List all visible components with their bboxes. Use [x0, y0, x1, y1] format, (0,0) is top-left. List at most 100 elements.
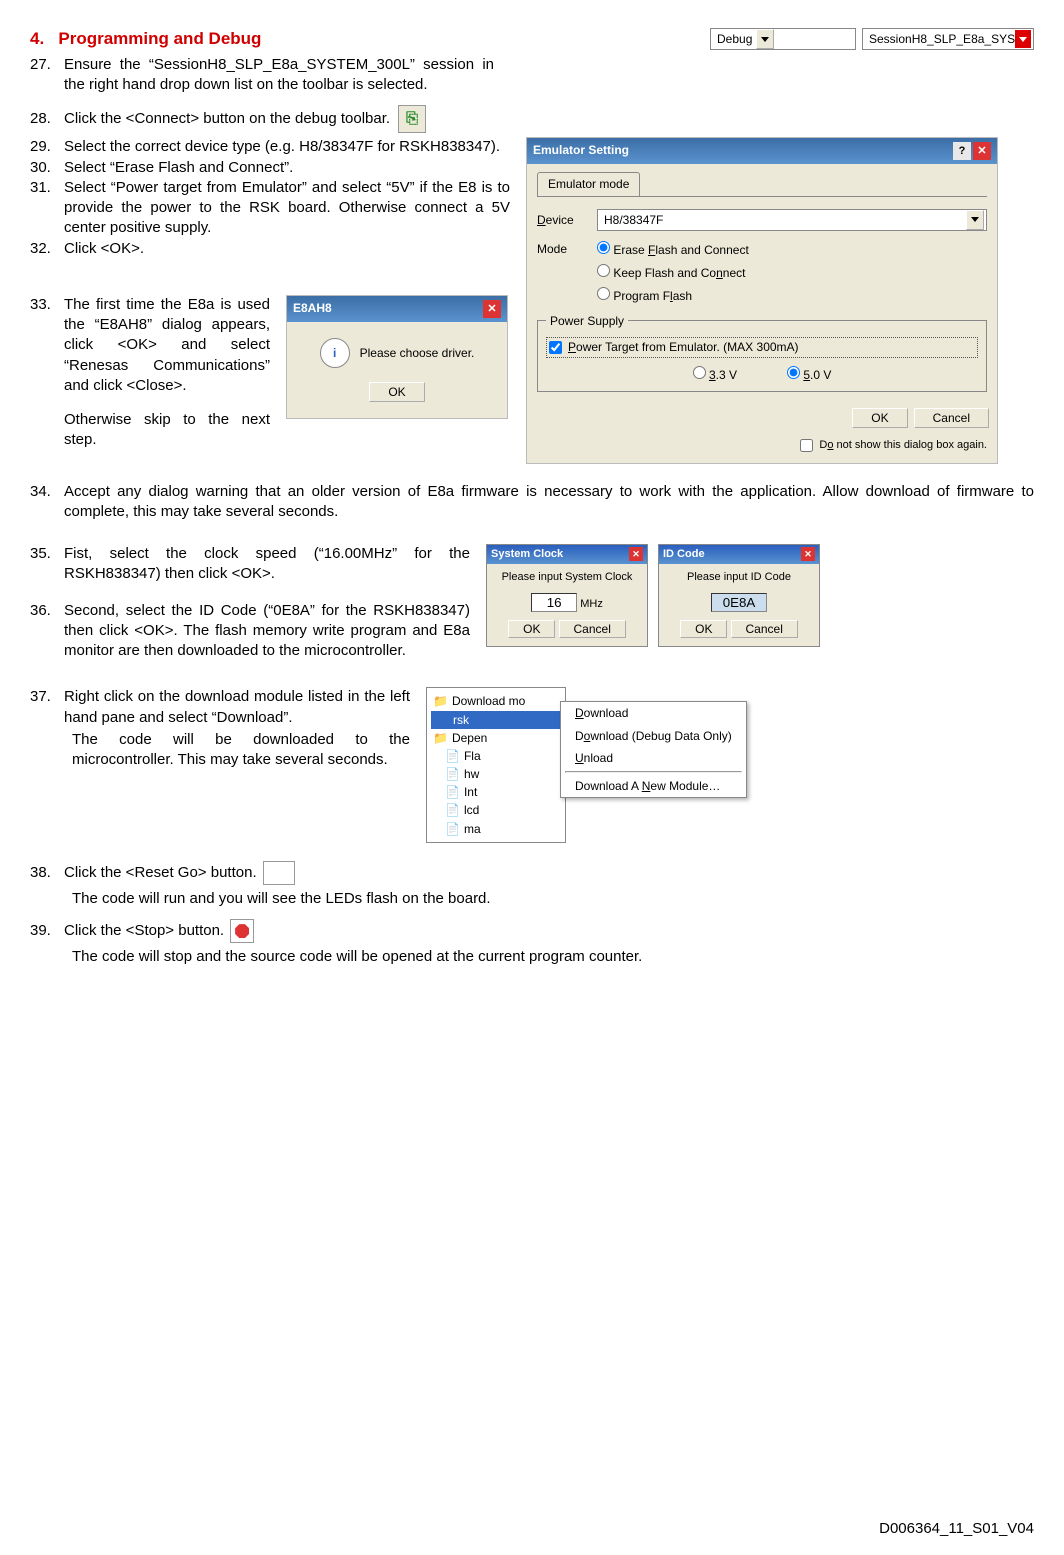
step-text: Otherwise skip to the next step. — [64, 410, 270, 451]
file-icon — [445, 766, 460, 782]
id-code-dialog: ID Code ✕ Please input ID Code OK Cancel — [658, 544, 820, 647]
step-number: 31. — [30, 178, 64, 239]
dialog-message: Please choose driver. — [360, 345, 475, 361]
cancel-button[interactable]: Cancel — [731, 620, 798, 638]
power-supply-group: Power Supply Power Target from Emulator.… — [537, 320, 987, 392]
dont-show-label: Do not show this dialog box again. — [819, 438, 987, 453]
device-value: H8/38347F — [600, 212, 966, 228]
step-text: The code will run and you will see the L… — [72, 889, 1034, 909]
checkbox-dont-show[interactable] — [800, 439, 813, 452]
e8ah8-dialog: E8AH8 ✕ i Please choose driver. OK — [286, 295, 508, 419]
tree-item-label: rsk — [453, 712, 469, 728]
dialog-prompt: Please input ID Code — [667, 570, 811, 585]
idcode-input[interactable] — [711, 593, 767, 612]
debug-config-value: Debug — [713, 31, 756, 47]
close-icon[interactable]: ✕ — [483, 300, 501, 318]
ok-button[interactable]: OK — [852, 408, 907, 428]
section-number: 4. — [30, 29, 44, 48]
step-text: Right click on the download module liste… — [64, 687, 410, 728]
dialog-prompt: Please input System Clock — [495, 570, 639, 585]
step-text: Select “Power target from Emulator” and … — [64, 178, 510, 239]
step-text: Click the <Connect> button on the debug … — [64, 109, 390, 129]
file-icon — [445, 748, 460, 764]
stop-icon[interactable] — [230, 919, 254, 943]
dialog-title: System Clock — [491, 547, 563, 562]
tree-item-label: Int — [464, 784, 477, 800]
step-text: Select the correct device type (e.g. H8/… — [64, 137, 510, 157]
tree-item-label: hw — [464, 766, 479, 782]
session-combo[interactable]: SessionH8_SLP_E8a_SYS — [862, 28, 1034, 50]
step-number: 33. — [30, 295, 64, 396]
document-id: D006364_11_S01_V04 — [879, 1519, 1034, 1539]
file-icon — [445, 802, 460, 818]
menu-item-download-new[interactable]: Download A New Module… — [561, 775, 746, 797]
ok-button[interactable]: OK — [680, 620, 727, 638]
ok-button[interactable]: OK — [369, 382, 424, 402]
folder-icon — [433, 730, 448, 746]
step-number: 38. — [30, 863, 64, 883]
step-text: Click <OK>. — [64, 239, 510, 259]
step-number: 32. — [30, 239, 64, 259]
help-icon[interactable]: ? — [953, 142, 971, 160]
step-text: The first time the E8a is used the “E8AH… — [64, 295, 270, 396]
menu-item-unload[interactable]: Unload — [561, 747, 746, 769]
step-number: 39. — [30, 921, 64, 941]
step-text: Second, select the ID Code (“0E8A” for t… — [64, 601, 470, 662]
tree-item-label: ma — [464, 821, 481, 837]
step-text: Fist, select the clock speed (“16.00MHz”… — [64, 544, 470, 585]
toolbar-session-combos: Debug SessionH8_SLP_E8a_SYS — [710, 28, 1034, 50]
step-text: Click the <Reset Go> button. — [64, 863, 257, 883]
step-number: 30. — [30, 158, 64, 178]
clock-input[interactable] — [531, 593, 577, 612]
step-number: 29. — [30, 137, 64, 157]
cancel-button[interactable]: Cancel — [914, 408, 989, 428]
debug-config-combo[interactable]: Debug — [710, 28, 856, 50]
file-icon — [445, 821, 460, 837]
step-text: The code will stop and the source code w… — [72, 947, 1034, 967]
chevron-down-icon[interactable] — [966, 210, 984, 230]
dialog-title: ID Code — [663, 547, 705, 562]
system-clock-dialog: System Clock✕ Please input System Clock … — [486, 544, 648, 647]
project-tree[interactable]: Download mo rsk Depen Fla hw Int lcd ma — [426, 687, 566, 843]
chevron-down-red-icon[interactable] — [1015, 30, 1031, 48]
reset-go-icon[interactable] — [263, 861, 295, 885]
step-number: 37. — [30, 687, 64, 728]
dialog-title: E8AH8 — [293, 300, 332, 318]
close-icon[interactable]: ✕ — [629, 547, 643, 561]
radio-keep-flash[interactable]: Keep Flash and Connect — [597, 264, 745, 281]
emulator-setting-dialog: Emulator Setting ? ✕ Emulator mode Devic… — [526, 137, 998, 463]
tree-item-label: Depen — [452, 730, 487, 746]
step-text: Accept any dialog warning that an older … — [64, 482, 1034, 523]
context-menu: Download Download (Debug Data Only) Unlo… — [560, 701, 747, 798]
tree-item-label: Download mo — [452, 693, 525, 709]
close-icon[interactable]: ✕ — [801, 547, 815, 561]
chevron-down-icon[interactable] — [756, 29, 774, 49]
radio-program-flash[interactable]: Program Flash — [597, 287, 692, 304]
tree-item-label: lcd — [464, 802, 479, 818]
step-text: Select “Erase Flash and Connect”. — [64, 158, 510, 178]
radio-3v3[interactable]: 3.3 V — [693, 366, 737, 383]
connect-icon[interactable] — [398, 105, 426, 133]
mode-label: Mode — [537, 241, 597, 257]
tree-item-label: Fla — [464, 748, 481, 764]
session-combo-value: SessionH8_SLP_E8a_SYS — [865, 31, 1015, 47]
menu-item-download[interactable]: Download — [561, 702, 746, 724]
step-text: Click the <Stop> button. — [64, 921, 224, 941]
cancel-button[interactable]: Cancel — [559, 620, 626, 638]
file-icon — [445, 784, 460, 800]
device-combo[interactable]: H8/38347F — [597, 209, 987, 231]
dialog-title: Emulator Setting — [533, 142, 629, 160]
device-label: Device — [537, 212, 597, 228]
menu-item-download-debug[interactable]: Download (Debug Data Only) — [561, 725, 746, 747]
unit-label: MHz — [580, 598, 603, 610]
step-text: The code will be downloaded to the micro… — [72, 730, 410, 771]
ok-button[interactable]: OK — [508, 620, 555, 638]
step-text: Ensure the “SessionH8_SLP_E8a_SYSTEM_300… — [64, 55, 494, 96]
checkbox-power-target[interactable]: Power Target from Emulator. (MAX 300mA) — [546, 337, 978, 357]
close-icon[interactable]: ✕ — [973, 142, 991, 160]
folder-icon — [433, 693, 448, 709]
tab-emulator-mode[interactable]: Emulator mode — [537, 172, 640, 195]
step-number: 34. — [30, 482, 64, 502]
radio-5v0[interactable]: 5.0 V — [787, 366, 831, 383]
radio-erase-flash[interactable]: Erase Flash and Connect — [597, 243, 749, 257]
